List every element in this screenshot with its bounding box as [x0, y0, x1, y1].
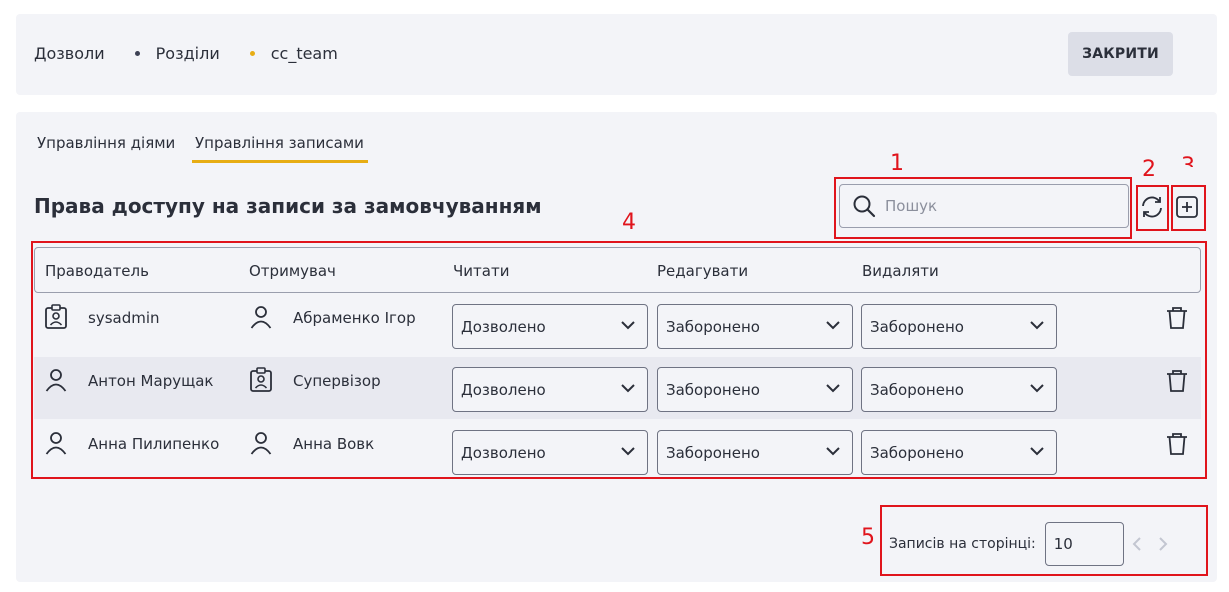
annotation-box-5 [880, 505, 1208, 576]
annotation-box-3 [1171, 185, 1206, 231]
breadcrumb-item-permissions[interactable]: Дозволи [34, 44, 105, 63]
breadcrumb-separator [134, 51, 140, 56]
annotation-number-3: 3 [1181, 156, 1195, 167]
breadcrumb-separator-active [249, 51, 255, 56]
tab-records[interactable]: Управління записами [192, 134, 368, 163]
breadcrumb: Дозволи Розділи cc_team [34, 44, 338, 63]
annotation-number-1: 1 [890, 151, 904, 176]
annotation-number-2: 2 [1142, 157, 1156, 182]
breadcrumb-item-current: cc_team [270, 44, 338, 63]
breadcrumb-item-sections[interactable]: Розділи [156, 44, 220, 63]
annotation-box-2 [1136, 185, 1169, 231]
close-button[interactable]: ЗАКРИТИ [1068, 32, 1173, 76]
annotation-number-4: 4 [622, 210, 636, 235]
page-title: Права доступу на записи за замовчуванням [34, 194, 542, 218]
tab-actions[interactable]: Управління діями [37, 134, 175, 160]
top-bar: Дозволи Розділи cc_team ЗАКРИТИ [16, 14, 1217, 95]
annotation-box-1 [834, 177, 1132, 239]
annotation-box-4 [31, 241, 1207, 479]
annotation-number-5: 5 [861, 525, 875, 550]
